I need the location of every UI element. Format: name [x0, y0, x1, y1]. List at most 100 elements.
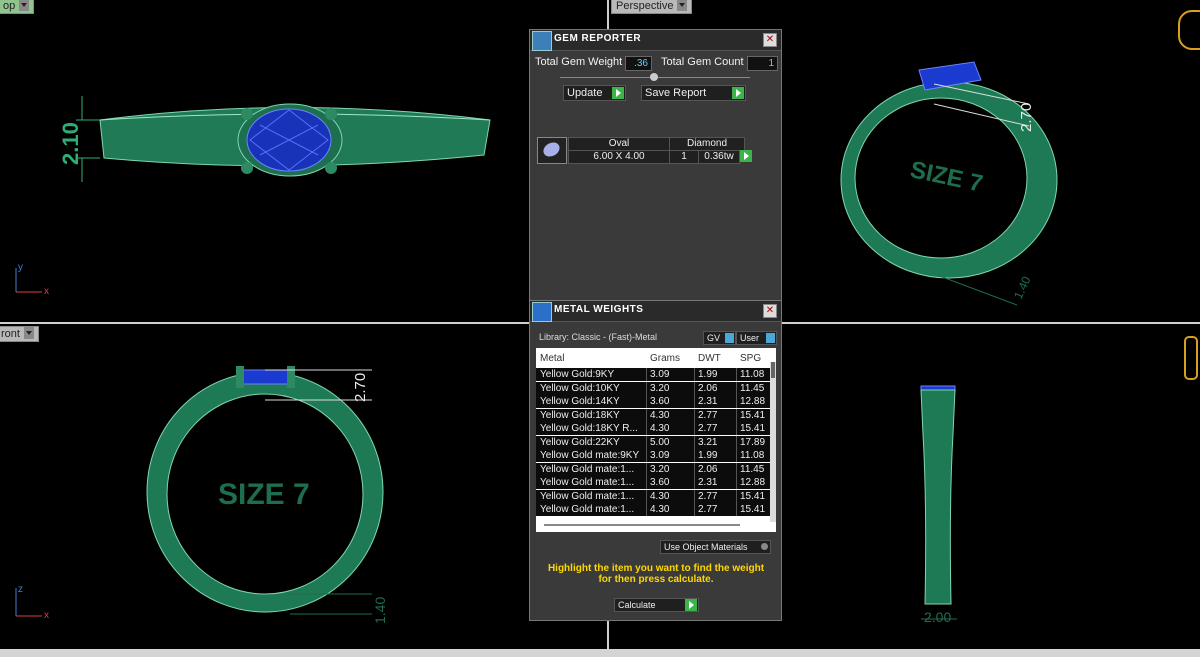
total-gem-weight-label: Total Gem Weight [535, 56, 623, 68]
metal-weights-titlebar[interactable]: METAL WEIGHTS ✕ [530, 301, 781, 322]
front-dim-bottom-label: 1.40 [372, 597, 388, 624]
table-row[interactable]: Yellow Gold mate:1... 4.30 2.77 15.41 [536, 503, 770, 516]
col-dwt[interactable]: DWT [698, 353, 721, 364]
column-separator [694, 449, 695, 462]
dwt-cell: 2.31 [698, 477, 718, 488]
column-separator [736, 476, 737, 489]
update-button[interactable]: Update [563, 85, 626, 101]
dwt-cell: 2.77 [698, 423, 718, 434]
column-separator [646, 462, 647, 476]
dwt-cell: 2.77 [698, 409, 718, 421]
spg-cell: 15.41 [740, 504, 766, 515]
table-row[interactable]: Yellow Gold mate:1... 3.60 2.31 12.88 [536, 476, 770, 489]
table-row[interactable]: Yellow Gold:18KY 4.30 2.77 15.41 [536, 408, 770, 422]
table-row[interactable]: Yellow Gold:10KY 3.20 2.06 11.45 [536, 381, 770, 395]
spg-cell: 15.41 [740, 490, 766, 502]
close-icon[interactable]: ✕ [763, 33, 777, 47]
calculate-button-label: Calculate [618, 600, 656, 610]
gem-material: Diamond [669, 137, 745, 151]
axis-z-label: z [18, 584, 23, 595]
oval-gem-icon [537, 137, 567, 164]
table-row[interactable]: Yellow Gold mate:1... 4.30 2.77 15.41 [536, 489, 770, 503]
metal-name-cell: Yellow Gold:22KY [540, 436, 620, 448]
col-metal[interactable]: Metal [540, 353, 564, 364]
metal-table-scrollbar[interactable] [770, 362, 776, 522]
grams-cell: 3.60 [650, 477, 670, 488]
grams-cell: 3.09 [650, 369, 670, 380]
gem-shape: Oval [568, 137, 670, 151]
grams-cell: 4.30 [650, 423, 670, 434]
metal-name-cell: Yellow Gold mate:1... [540, 463, 635, 475]
col-spg[interactable]: SPG [740, 353, 761, 364]
metal-name-cell: Yellow Gold:14KY [540, 396, 620, 407]
gem-detail-button[interactable] [740, 150, 752, 162]
gem-size: 6.00 X 4.00 [568, 150, 670, 164]
viewport-front[interactable]: ront SIZE 7 2.70 1.40 z x [0, 324, 607, 649]
calculate-button[interactable]: Calculate [614, 598, 699, 612]
col-grams[interactable]: Grams [650, 353, 680, 364]
column-separator [646, 435, 647, 449]
gv-toggle[interactable]: GV [703, 331, 736, 345]
column-separator [646, 449, 647, 462]
table-row[interactable]: Yellow Gold:9KY 3.09 1.99 11.08 [536, 368, 770, 381]
spg-cell: 11.45 [740, 463, 765, 475]
table-row[interactable]: Yellow Gold:22KY 5.00 3.21 17.89 [536, 435, 770, 449]
hint-line-1: Highlight the item you want to find the … [547, 563, 765, 574]
metal-table-header: Metal Grams DWT SPG [536, 348, 776, 368]
close-icon[interactable]: ✕ [763, 304, 777, 318]
dwt-cell: 2.77 [698, 504, 718, 515]
viewport-top[interactable]: op 2.10 y x [0, 0, 607, 322]
play-icon [612, 87, 624, 99]
column-separator [646, 476, 647, 489]
total-gem-count-value[interactable]: 1 [747, 56, 778, 71]
metal-table-hscroll[interactable] [544, 524, 740, 526]
total-gem-weight-value[interactable]: .36 [625, 56, 652, 71]
metal-weights-title: METAL WEIGHTS [554, 304, 644, 315]
grams-cell: 4.30 [650, 409, 670, 421]
splitter-knob[interactable] [650, 73, 658, 81]
grams-cell: 4.30 [650, 490, 670, 502]
gem-reporter-title: GEM REPORTER [554, 33, 642, 44]
play-icon [685, 599, 697, 611]
save-report-button-label: Save Report [645, 87, 707, 99]
spg-cell: 12.88 [740, 477, 766, 488]
table-row[interactable]: Yellow Gold mate:9KY 3.09 1.99 11.08 [536, 449, 770, 462]
persp-dim-label: 2.70 [1018, 103, 1035, 132]
grams-cell: 3.20 [650, 382, 670, 394]
column-separator [736, 408, 737, 422]
dwt-cell: 1.99 [698, 450, 718, 461]
light-icon [1184, 336, 1198, 380]
use-object-materials-toggle[interactable]: Use Object Materials [660, 540, 771, 554]
table-row[interactable]: Yellow Gold mate:1... 3.20 2.06 11.45 [536, 462, 770, 476]
save-report-button[interactable]: Save Report [641, 85, 746, 101]
front-dim-top-label: 2.70 [352, 373, 369, 402]
persp-dim-bottom-label: 1.40 [1011, 274, 1034, 301]
axis-x-label: x [44, 286, 49, 297]
metal-name-cell: Yellow Gold mate:1... [540, 504, 635, 515]
gem-reporter-titlebar[interactable]: GEM REPORTER ✕ [530, 30, 781, 51]
play-icon [732, 87, 744, 99]
spg-cell: 11.08 [740, 369, 765, 380]
table-row[interactable]: Yellow Gold:14KY 3.60 2.31 12.88 [536, 395, 770, 408]
column-separator [646, 381, 647, 395]
dwt-cell: 2.06 [698, 463, 718, 475]
table-row[interactable]: Yellow Gold:18KY R... 4.30 2.77 15.41 [536, 422, 770, 435]
dwt-cell: 2.77 [698, 490, 718, 502]
column-separator [736, 381, 737, 395]
column-separator [694, 395, 695, 408]
user-toggle[interactable]: User [736, 331, 777, 345]
metal-name-cell: Yellow Gold mate:9KY [540, 450, 640, 461]
user-toggle-label: User [740, 333, 760, 343]
grams-cell: 5.00 [650, 436, 670, 448]
spg-cell: 15.41 [740, 423, 766, 434]
scroll-thumb[interactable] [771, 362, 775, 378]
metal-name-cell: Yellow Gold mate:1... [540, 490, 635, 502]
grams-cell: 3.20 [650, 463, 670, 475]
gem-row[interactable]: Oval Diamond 6.00 X 4.00 1 0.36tw [536, 136, 752, 164]
column-separator [646, 422, 647, 435]
gem-weight: 0.36tw [698, 150, 740, 164]
column-separator [694, 503, 695, 516]
metal-table[interactable]: Metal Grams DWT SPG Yellow Gold:9KY 3.09 1… [536, 348, 776, 532]
spg-cell: 12.88 [740, 396, 766, 407]
grams-cell: 3.60 [650, 396, 670, 407]
